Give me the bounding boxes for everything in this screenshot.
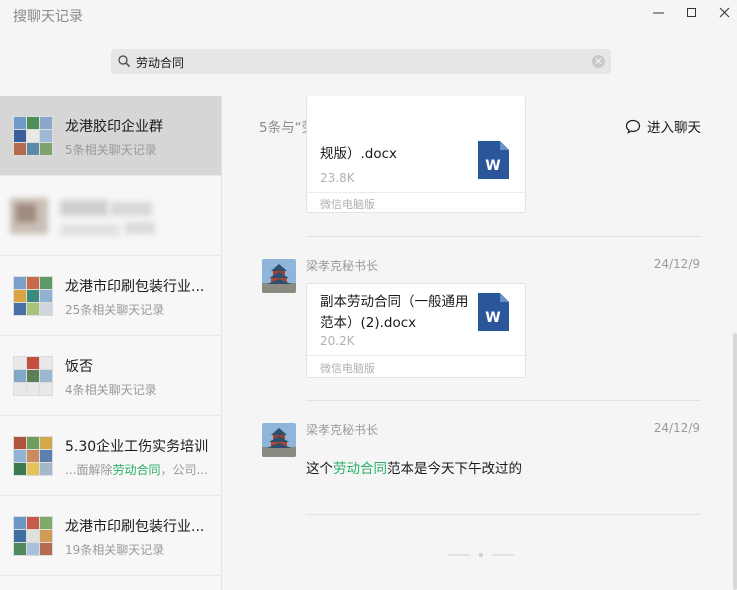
text-message[interactable]: 这个劳动合同范本是今天下午改过的 <box>306 457 522 477</box>
chat-result-list: 龙港胶印企业群 5条相关聊天记录 龙港市印刷包装行业... 25条相关聊天记录 <box>0 96 222 590</box>
group-avatar <box>13 356 53 396</box>
sender-avatar <box>262 259 296 293</box>
chat-item[interactable]: 龙港市印刷包装行业... 25条相关聊天记录 <box>0 256 221 336</box>
divider <box>307 355 525 356</box>
chat-name: 龙港市印刷包装行业... <box>65 519 205 535</box>
message-divider <box>306 514 701 515</box>
group-avatar <box>13 516 53 556</box>
enter-chat-button[interactable]: 进入聊天 <box>625 116 701 136</box>
close-button[interactable] <box>713 2 735 22</box>
loading-indicator <box>448 553 514 557</box>
keyword-highlight: 劳动合同 <box>333 461 387 477</box>
sender-avatar <box>262 423 296 457</box>
chat-item[interactable] <box>0 176 221 256</box>
chat-result-count: 25条相关聊天记录 <box>65 303 165 317</box>
maximize-button[interactable] <box>680 2 702 22</box>
file-source: 微信电脑版 <box>320 362 375 375</box>
word-file-icon: W <box>478 293 509 331</box>
file-size: 23.8K <box>320 171 355 185</box>
file-message[interactable]: 副本劳动合同（一般通用范本）(2).docx W 20.2K 微信电脑版 <box>306 283 526 378</box>
chat-item[interactable]: 龙港胶印企业群 5条相关聊天记录 <box>0 96 221 176</box>
chat-item[interactable]: 5.30企业工伤实务培训 ...面解除劳动合同，公司... <box>0 416 221 496</box>
group-avatar <box>13 276 53 316</box>
file-name: 副本劳动合同（一般通用范本）(2).docx <box>320 294 469 331</box>
enter-chat-label: 进入聊天 <box>647 120 701 136</box>
search-input[interactable]: 劳动合同 <box>136 54 184 71</box>
sender-name: 梁孝克秘书长 <box>306 259 379 273</box>
sender-name: 梁孝克秘书长 <box>306 423 379 437</box>
search-bar[interactable]: 劳动合同 × <box>111 49 611 74</box>
group-avatar <box>13 116 53 156</box>
clear-icon[interactable]: × <box>592 55 605 68</box>
file-size: 20.2K <box>320 334 355 348</box>
close-icon <box>719 7 729 17</box>
group-avatar <box>13 436 53 476</box>
chat-bubble-icon <box>625 119 641 134</box>
file-message[interactable]: 规版）.docx W 23.8K 微信电脑版 <box>306 96 526 213</box>
chat-name: 龙港市印刷包装行业... <box>65 279 205 295</box>
blurred-chat-content <box>10 194 160 240</box>
minimize-button[interactable] <box>647 2 669 22</box>
word-file-icon: W <box>478 141 509 179</box>
chat-item[interactable]: 饭否 4条相关聊天记录 <box>0 336 221 416</box>
chat-result-count: 5条相关聊天记录 <box>65 143 157 157</box>
file-name: 规版）.docx <box>320 146 398 162</box>
scrollbar[interactable] <box>733 333 737 590</box>
keyword-highlight: 劳动合同 <box>112 463 161 477</box>
minimize-icon <box>652 12 664 13</box>
chat-result-count: 19条相关聊天记录 <box>65 543 165 557</box>
window-title: 搜聊天记录 <box>13 9 83 25</box>
message-date: 24/12/9 <box>653 257 700 271</box>
chat-snippet: ...面解除劳动合同，公司... <box>65 463 208 477</box>
chat-result-count: 4条相关聊天记录 <box>65 383 157 397</box>
chat-name: 饭否 <box>65 359 93 375</box>
maximize-icon <box>686 7 696 17</box>
message-divider <box>306 236 701 237</box>
search-chat-history-window: 搜聊天记录 劳动合同 × 龙港胶印企业群 5条相关聊天记录 龙港市印刷包装行业.… <box>0 0 737 590</box>
file-source: 微信电脑版 <box>320 198 375 211</box>
chat-name: 5.30企业工伤实务培训 <box>65 439 209 455</box>
svg-text:W: W <box>485 158 500 174</box>
message-date: 24/12/9 <box>653 421 700 435</box>
search-icon <box>118 55 131 68</box>
message-divider <box>306 400 701 401</box>
result-panel: 5条与“劳动合同”相关的聊天记录 进入聊天 规版）.docx W 23.8K 微… <box>222 96 737 590</box>
chat-item[interactable]: 龙港市印刷包装行业... 19条相关聊天记录 <box>0 496 221 576</box>
chat-name: 龙港胶印企业群 <box>65 119 163 135</box>
divider <box>307 192 525 193</box>
svg-text:W: W <box>485 310 500 326</box>
